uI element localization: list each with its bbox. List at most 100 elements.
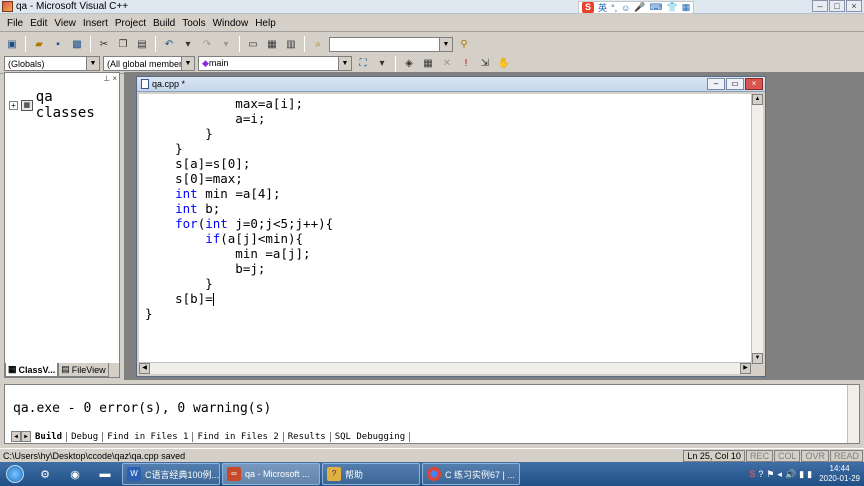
execute-icon[interactable]: ! [458,56,474,72]
scroll-left-icon[interactable]: ◀ [139,363,150,374]
network-icon[interactable]: ▮ [799,469,804,480]
help-tray-icon[interactable]: ? [758,469,763,479]
code-line[interactable]: b=j; [145,261,265,276]
expand-icon[interactable]: + [9,100,18,110]
tab-classview[interactable]: ▦ ClassV... [5,363,59,377]
nox-icon[interactable]: ◉ [60,463,90,485]
terminal-icon[interactable]: ▬ [90,463,120,485]
restore-icon[interactable]: ▭ [726,78,744,90]
vertical-scrollbar[interactable]: ▲ ▼ [751,94,763,364]
open-folder-icon[interactable]: ▰ [31,36,47,52]
volume-icon[interactable]: 🔊 [785,469,796,480]
tab-fileview[interactable]: ▤ FileView [58,363,109,377]
undo-icon[interactable]: ↶ [161,36,177,52]
ime-lang[interactable]: 英 [598,1,607,14]
code-line[interactable]: if(a[j]<min){ [145,231,303,246]
function-combo[interactable]: ◆main ▼ [198,56,352,71]
tab-results[interactable]: Results [284,431,331,442]
ime-keyboard-icon[interactable]: ⌨ [650,2,663,13]
scroll-right-icon[interactable]: ▶ [740,363,751,374]
sogou-icon[interactable]: S [582,2,594,13]
cut-icon[interactable]: ✂ [96,36,112,52]
taskbar-button-vc[interactable]: ∞ qa - Microsoft ... [222,463,320,485]
output-toggle-icon[interactable]: ▦ [264,36,280,52]
code-line[interactable]: int min =a[4]; [145,186,280,201]
code-line[interactable]: } [145,276,213,291]
taskbar-button-help[interactable]: ? 帮助 [322,463,420,485]
undo-dropdown-icon[interactable]: ▾ [180,36,196,52]
horizontal-scrollbar[interactable]: ◀ ▶ [139,362,751,374]
code-line[interactable]: for(int j=0;j<5;j++){ [145,216,333,231]
chevron-down-icon[interactable]: ▼ [181,57,194,70]
tab-scroll-left-icon[interactable]: ◀ [11,431,21,442]
sogou-tray-icon[interactable]: S [749,469,755,479]
members-combo[interactable]: (All global members ▼ [103,56,195,71]
code-line[interactable]: } [145,141,183,156]
menu-edit[interactable]: Edit [27,18,50,29]
ime-voice-icon[interactable]: 🎤 [634,2,645,13]
menu-view[interactable]: View [51,18,79,29]
compile-icon[interactable]: ◈ [401,56,417,72]
workspace-toggle-icon[interactable]: ▭ [245,36,261,52]
ime-skin-icon[interactable]: 👕 [667,2,678,13]
output-scrollbar[interactable] [847,385,859,443]
tree-root-label[interactable]: qa classes [36,89,119,121]
build-icon[interactable]: ▦ [420,56,436,72]
scope-combo[interactable]: (Globals) ▼ [4,56,100,71]
start-button[interactable] [0,463,30,485]
ime-emoji-icon[interactable]: ☺ [621,3,630,13]
tab-sql-debugging[interactable]: SQL Debugging [331,431,411,442]
scroll-down-icon[interactable]: ▼ [752,353,763,364]
clock[interactable]: 14:44 2020-01-29 [819,464,860,484]
code-line[interactable]: s[b]= [145,291,214,306]
taskbar-button-word[interactable]: W C语言经典100例... [122,463,220,485]
code-line[interactable]: int b; [145,201,220,216]
code-line[interactable]: } [145,306,153,321]
menu-build[interactable]: Build [150,18,178,29]
tab-find-in-files-2[interactable]: Find in Files 2 [193,431,284,442]
code-line[interactable]: s[a]=s[0]; [145,156,250,171]
tab-find-in-files-1[interactable]: Find in Files 1 [103,431,194,442]
redo-dropdown-icon[interactable]: ▾ [218,36,234,52]
code-line[interactable]: min =a[j]; [145,246,310,261]
wizard-action-dropdown-icon[interactable]: ▾ [374,56,390,72]
menu-help[interactable]: Help [252,18,279,29]
redo-icon[interactable]: ↷ [199,36,215,52]
minimize-icon[interactable]: – [812,0,828,12]
code-line[interactable]: } [145,126,213,141]
code-line[interactable]: a=i; [145,111,265,126]
wizard-action-icon[interactable]: ⛶ [355,56,371,72]
menu-tools[interactable]: Tools [179,18,208,29]
find-icon[interactable]: ⚲ [456,36,472,52]
paste-icon[interactable]: ▤ [134,36,150,52]
chevron-left-icon[interactable]: ◂ [777,469,782,480]
save-all-icon[interactable]: ▩ [69,36,85,52]
menu-project[interactable]: Project [112,18,149,29]
copy-icon[interactable]: ❐ [115,36,131,52]
tab-debug[interactable]: Debug [67,431,104,442]
close-icon[interactable]: × [745,78,763,90]
menu-window[interactable]: Window [210,18,252,29]
new-text-file-icon[interactable]: ▣ [4,36,20,52]
tab-scroll-right-icon[interactable]: ▶ [21,431,31,442]
ime-punct-icon[interactable]: °, [611,3,617,13]
tab-build[interactable]: Build [31,431,68,442]
find-combo[interactable]: ▼ [329,36,453,52]
menu-file[interactable]: File [4,18,26,29]
go-icon[interactable]: ⇲ [477,56,493,72]
chevron-down-icon[interactable]: ▼ [86,57,99,70]
code-line[interactable]: max=a[i]; [145,96,303,111]
chevron-down-icon[interactable]: ▼ [439,37,452,51]
menu-insert[interactable]: Insert [80,18,111,29]
taskbar-button-chrome[interactable]: C 练习实例67 | ... [422,463,520,485]
code-line[interactable]: s[0]=max; [145,171,243,186]
gear-icon[interactable]: ⚙ [30,463,60,485]
code-editor[interactable]: max=a[i]; a=i; } } s[a]=s[0]; s[0]=max; … [139,94,751,364]
pane-close-icon[interactable]: ⊥ × [103,74,117,83]
window-list-icon[interactable]: ▥ [283,36,299,52]
ime-toolbar[interactable]: S 英 °, ☺ 🎤 ⌨ 👕 ▦ [578,1,695,14]
stop-build-icon[interactable]: ✕ [439,56,455,72]
ime-toolbox-icon[interactable]: ▦ [682,2,691,13]
flag-icon[interactable]: ⚑ [766,469,774,480]
scroll-up-icon[interactable]: ▲ [752,94,763,105]
